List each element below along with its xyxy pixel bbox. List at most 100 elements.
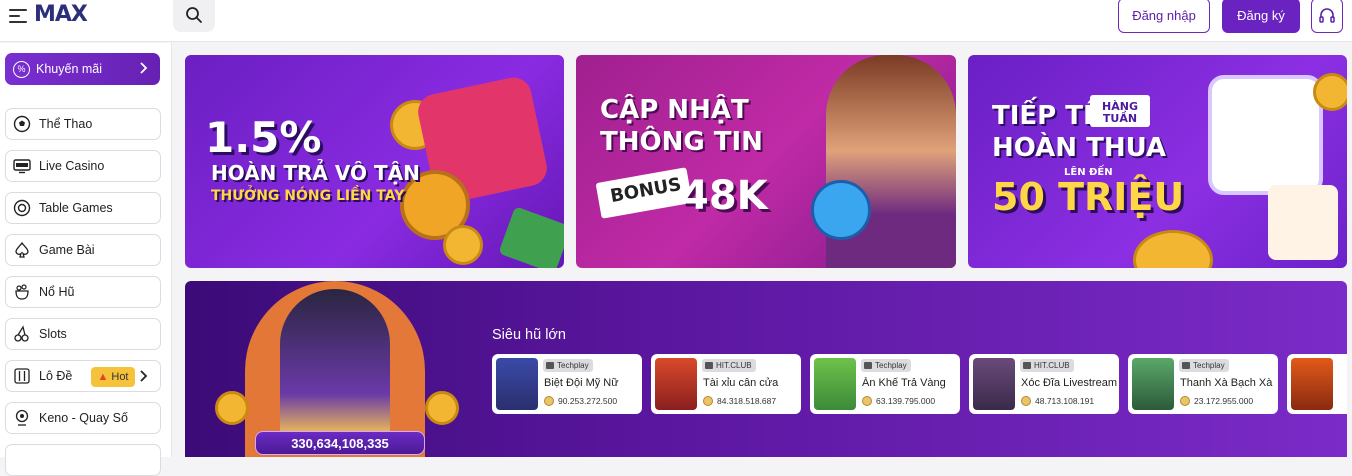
provider-badge: HIT.CLUB <box>702 359 756 372</box>
logo-text: MAX <box>34 2 88 27</box>
hamburger-menu-icon[interactable] <box>9 9 27 23</box>
coin-decoration <box>1133 230 1213 268</box>
jackpot-game-card[interactable]: Techplay Biệt Đội Mỹ Nữ 90.253.272.500 <box>492 354 642 414</box>
sidebar-item-live-casino[interactable]: Live Casino <box>5 150 161 182</box>
banner-subtitle: THÔNG TIN <box>600 127 763 157</box>
login-button[interactable]: Đăng nhập <box>1118 0 1210 33</box>
sidebar-item-card-games[interactable]: Game Bài <box>5 234 161 266</box>
mascot-decoration <box>811 180 871 240</box>
chevron-right-icon <box>140 62 148 74</box>
sidebar-item-table-games[interactable]: Table Games <box>5 192 161 224</box>
banner-headline: CẬP NHẬT <box>600 95 749 125</box>
weekly-label: HÀNG TUẦN <box>1102 100 1138 125</box>
sidebar: % Khuyến mãi Thể Thao Live Casino Table … <box>0 43 172 476</box>
jackpot-title: Siêu hũ lớn <box>492 327 567 343</box>
money-decoration <box>498 206 564 268</box>
register-button[interactable]: Đăng ký <box>1222 0 1300 33</box>
calendar-decoration <box>1208 75 1323 195</box>
hot-badge-label: Hot <box>111 371 129 383</box>
sidebar-item-label: Khuyến mãi <box>36 62 103 76</box>
sidebar-item-label: Game Bài <box>39 243 95 257</box>
jackpot-value: 90.253.272.500 <box>558 396 618 406</box>
provider-badge: Techplay <box>543 359 593 372</box>
promo-banner-cashback[interactable]: 1.5% HOÀN TRẢ VÔ TẬN THƯỞNG NÓNG LIỀN TA… <box>185 55 564 268</box>
banner-amount: 50 TRIỆU <box>992 175 1185 219</box>
site-logo[interactable]: MAX <box>34 2 124 28</box>
game-thumbnail <box>814 358 856 410</box>
hot-badge: ▲ Hot <box>91 367 135 387</box>
sidebar-item-label: Slots <box>39 327 67 341</box>
pot-icon <box>12 282 32 302</box>
soccer-ball-icon <box>12 114 32 134</box>
coin-icon <box>1180 396 1190 406</box>
jackpot-value: 84.318.518.687 <box>717 396 777 406</box>
sidebar-item-lottery[interactable]: Lô Đề ▲ Hot <box>5 360 161 392</box>
fire-icon: ▲ <box>97 371 109 383</box>
sidebar-item-more[interactable] <box>5 444 161 476</box>
sidebar-item-label: Live Casino <box>39 159 105 173</box>
jackpot-game-card[interactable]: Techplay Thanh Xà Bạch Xà 23.172.955.000 <box>1128 354 1278 414</box>
provider-badge: HIT.CLUB <box>1020 359 1074 372</box>
sidebar-item-label: Lô Đề <box>39 369 73 383</box>
game-name: Xóc Đĩa Livestream ( <box>1021 377 1117 389</box>
game-name: Ăn Khế Trả Vàng <box>862 377 946 389</box>
chip-icon <box>12 198 32 218</box>
top-header: MAX Đăng nhập Đăng ký <box>0 0 1352 42</box>
banner-tagline: THƯỞNG NÓNG LIỀN TAY <box>211 188 405 204</box>
bonus-amount: 48K <box>681 173 768 219</box>
sidebar-item-sports[interactable]: Thể Thao <box>5 108 161 140</box>
percent-icon: % <box>13 60 30 78</box>
game-thumbnail <box>496 358 538 410</box>
banner-headline: TIẾP TẾ <box>992 101 1101 131</box>
coin-decoration <box>425 391 459 425</box>
game-name: Tài xỉu cân cửa <box>703 377 779 389</box>
keno-icon <box>12 408 32 428</box>
game-name: Biệt Đội Mỹ Nữ <box>544 377 619 389</box>
coin-decoration <box>1313 73 1347 111</box>
support-button[interactable] <box>1311 0 1343 33</box>
promo-banner-refund[interactable]: TIẾP TẾ HÀNG TUẦN HOÀN THUA LÊN ĐẾN 50 T… <box>968 55 1347 268</box>
provider-badge: Techplay <box>1179 359 1229 372</box>
sidebar-item-label: Nổ Hũ <box>39 285 75 299</box>
panther-mascot <box>280 289 390 439</box>
promo-banner-bonus[interactable]: CẬP NHẬT THÔNG TIN BONUS 48K <box>576 55 956 268</box>
jackpot-game-card[interactable]: HIT.CLUB Xóc Đĩa Livestream ( 48.713.108… <box>969 354 1119 414</box>
sidebar-item-label: Thể Thao <box>39 117 93 131</box>
provider-badge: Techplay <box>861 359 911 372</box>
search-icon <box>186 7 202 23</box>
game-thumbnail <box>1291 358 1333 410</box>
banner-headline: 1.5% <box>205 113 322 162</box>
chevron-right-icon <box>140 370 148 382</box>
jackpot-value: 48.713.108.191 <box>1035 396 1095 406</box>
jackpot-value: 23.172.955.000 <box>1194 396 1254 406</box>
lottery-icon <box>12 366 32 386</box>
gift-decoration <box>1268 185 1338 260</box>
sidebar-item-jackpot[interactable]: Nổ Hũ <box>5 276 161 308</box>
live-tv-icon <box>12 156 32 176</box>
coin-icon <box>1021 396 1031 406</box>
game-thumbnail <box>973 358 1015 410</box>
coin-icon <box>544 396 554 406</box>
sidebar-item-promotions[interactable]: % Khuyến mãi <box>5 53 160 85</box>
game-thumbnail <box>655 358 697 410</box>
search-button[interactable] <box>173 0 215 32</box>
jackpot-amount: 330,634,108,335 <box>255 431 425 455</box>
sidebar-item-keno[interactable]: Keno - Quay Số <box>5 402 161 434</box>
spade-icon <box>12 240 32 260</box>
jackpot-section: 330,634,108,335 Siêu hũ lớn Techplay Biệ… <box>185 281 1347 457</box>
sidebar-item-label: Table Games <box>39 201 113 215</box>
cherry-icon <box>12 324 32 344</box>
sidebar-item-label: Keno - Quay Số <box>39 411 128 425</box>
coin-decoration <box>215 391 249 425</box>
banner-subtitle: HOÀN THUA <box>992 133 1167 163</box>
game-thumbnail <box>1132 358 1174 410</box>
coin-icon <box>862 396 872 406</box>
banner-subtitle: HOÀN TRẢ VÔ TẬN <box>211 161 420 185</box>
jackpot-game-card[interactable]: HIT.CLUB Tài xỉu cân cửa 84.318.518.687 <box>651 354 801 414</box>
jackpot-game-card[interactable]: Techplay Ăn Khế Trả Vàng 63.139.795.000 <box>810 354 960 414</box>
game-name: Thanh Xà Bạch Xà <box>1180 377 1273 389</box>
jackpot-game-card[interactable] <box>1287 354 1347 414</box>
coin-icon <box>703 396 713 406</box>
jackpot-value: 63.139.795.000 <box>876 396 936 406</box>
sidebar-item-slots[interactable]: Slots <box>5 318 161 350</box>
